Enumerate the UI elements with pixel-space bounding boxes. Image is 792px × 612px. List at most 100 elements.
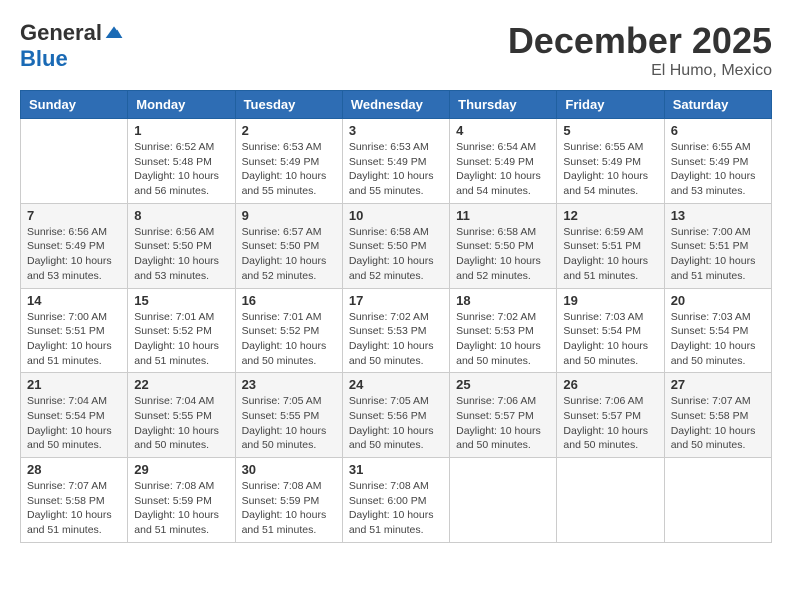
day-info: Sunrise: 7:04 AM Sunset: 5:55 PM Dayligh… xyxy=(134,394,228,453)
calendar-cell: 15 Sunrise: 7:01 AM Sunset: 5:52 PM Dayli… xyxy=(128,288,235,373)
day-number: 17 xyxy=(349,293,443,308)
day-number: 2 xyxy=(242,123,336,138)
calendar-cell: 12Sunrise: 6:59 AM Sunset: 5:51 PM Dayli… xyxy=(557,203,664,288)
calendar-cell: 28 Sunrise: 7:07 AM Sunset: 5:58 PM Dayli… xyxy=(21,458,128,543)
day-number: 25 xyxy=(456,377,550,392)
day-number: 27 xyxy=(671,377,765,392)
header-wednesday: Wednesday xyxy=(342,91,449,119)
header-tuesday: Tuesday xyxy=(235,91,342,119)
calendar-table: SundayMondayTuesdayWednesdayThursdayFrid… xyxy=(20,90,772,543)
day-number: 28 xyxy=(27,462,121,477)
day-number: 23 xyxy=(242,377,336,392)
calendar-cell: 5 Sunrise: 6:55 AM Sunset: 5:49 PM Daylig… xyxy=(557,119,664,204)
calendar-cell: 23 Sunrise: 7:05 AM Sunset: 5:55 PM Dayli… xyxy=(235,373,342,458)
day-info: Sunrise: 7:04 AM Sunset: 5:54 PM Dayligh… xyxy=(27,394,121,453)
day-info: Sunrise: 6:57 AM Sunset: 5:50 PM Dayligh… xyxy=(242,225,336,284)
day-number: 31 xyxy=(349,462,443,477)
logo-general-text: General xyxy=(20,20,102,46)
day-info: Sunrise: 7:00 AM Sunset: 5:51 PM Dayligh… xyxy=(671,225,765,284)
day-number: 9 xyxy=(242,208,336,223)
day-info: Sunrise: 7:02 AM Sunset: 5:53 PM Dayligh… xyxy=(349,310,443,369)
logo-blue-text: Blue xyxy=(20,46,68,72)
day-info: Sunrise: 6:58 AM Sunset: 5:50 PM Dayligh… xyxy=(456,225,550,284)
day-info: Sunrise: 7:03 AM Sunset: 5:54 PM Dayligh… xyxy=(563,310,657,369)
day-info: Sunrise: 7:08 AM Sunset: 5:59 PM Dayligh… xyxy=(242,479,336,538)
calendar-cell: 19 Sunrise: 7:03 AM Sunset: 5:54 PM Dayli… xyxy=(557,288,664,373)
calendar-cell: 13 Sunrise: 7:00 AM Sunset: 5:51 PM Dayli… xyxy=(664,203,771,288)
calendar-cell: 2 Sunrise: 6:53 AM Sunset: 5:49 PM Daylig… xyxy=(235,119,342,204)
calendar-cell: 27 Sunrise: 7:07 AM Sunset: 5:58 PM Dayli… xyxy=(664,373,771,458)
calendar-cell: 21 Sunrise: 7:04 AM Sunset: 5:54 PM Dayli… xyxy=(21,373,128,458)
calendar-cell: 29Sunrise: 7:08 AM Sunset: 5:59 PM Dayli… xyxy=(128,458,235,543)
day-number: 24 xyxy=(349,377,443,392)
day-number: 4 xyxy=(456,123,550,138)
calendar-cell: 11 Sunrise: 6:58 AM Sunset: 5:50 PM Dayli… xyxy=(450,203,557,288)
calendar-week-row: 1Sunrise: 6:52 AM Sunset: 5:48 PM Daylig… xyxy=(21,119,772,204)
calendar-cell: 22Sunrise: 7:04 AM Sunset: 5:55 PM Dayli… xyxy=(128,373,235,458)
day-number: 12 xyxy=(563,208,657,223)
day-number: 16 xyxy=(242,293,336,308)
calendar-cell xyxy=(557,458,664,543)
calendar-cell: 9 Sunrise: 6:57 AM Sunset: 5:50 PM Daylig… xyxy=(235,203,342,288)
calendar-cell: 14 Sunrise: 7:00 AM Sunset: 5:51 PM Dayli… xyxy=(21,288,128,373)
header-thursday: Thursday xyxy=(450,91,557,119)
day-number: 30 xyxy=(242,462,336,477)
day-info: Sunrise: 7:06 AM Sunset: 5:57 PM Dayligh… xyxy=(563,394,657,453)
day-info: Sunrise: 7:00 AM Sunset: 5:51 PM Dayligh… xyxy=(27,310,121,369)
day-number: 5 xyxy=(563,123,657,138)
header-saturday: Saturday xyxy=(664,91,771,119)
day-number: 6 xyxy=(671,123,765,138)
day-info: Sunrise: 7:03 AM Sunset: 5:54 PM Dayligh… xyxy=(671,310,765,369)
calendar-week-row: 14 Sunrise: 7:00 AM Sunset: 5:51 PM Dayli… xyxy=(21,288,772,373)
calendar-week-row: 21 Sunrise: 7:04 AM Sunset: 5:54 PM Dayli… xyxy=(21,373,772,458)
day-number: 11 xyxy=(456,208,550,223)
day-number: 21 xyxy=(27,377,121,392)
calendar-cell: 1Sunrise: 6:52 AM Sunset: 5:48 PM Daylig… xyxy=(128,119,235,204)
logo: General Blue xyxy=(20,20,124,72)
page-header: General Blue December 2025 El Humo, Mexi… xyxy=(20,20,772,80)
day-info: Sunrise: 7:05 AM Sunset: 5:56 PM Dayligh… xyxy=(349,394,443,453)
header-monday: Monday xyxy=(128,91,235,119)
day-info: Sunrise: 6:56 AM Sunset: 5:50 PM Dayligh… xyxy=(134,225,228,284)
day-number: 19 xyxy=(563,293,657,308)
logo-icon xyxy=(104,23,124,43)
day-number: 3 xyxy=(349,123,443,138)
day-info: Sunrise: 7:07 AM Sunset: 5:58 PM Dayligh… xyxy=(27,479,121,538)
calendar-cell: 16 Sunrise: 7:01 AM Sunset: 5:52 PM Dayli… xyxy=(235,288,342,373)
day-number: 29 xyxy=(134,462,228,477)
day-number: 8 xyxy=(134,208,228,223)
header-sunday: Sunday xyxy=(21,91,128,119)
day-info: Sunrise: 7:08 AM Sunset: 6:00 PM Dayligh… xyxy=(349,479,443,538)
calendar-cell xyxy=(450,458,557,543)
calendar-cell xyxy=(664,458,771,543)
day-number: 14 xyxy=(27,293,121,308)
day-info: Sunrise: 7:02 AM Sunset: 5:53 PM Dayligh… xyxy=(456,310,550,369)
calendar-cell: 18 Sunrise: 7:02 AM Sunset: 5:53 PM Dayli… xyxy=(450,288,557,373)
day-info: Sunrise: 6:55 AM Sunset: 5:49 PM Dayligh… xyxy=(563,140,657,199)
calendar-cell: 26 Sunrise: 7:06 AM Sunset: 5:57 PM Dayli… xyxy=(557,373,664,458)
day-info: Sunrise: 7:07 AM Sunset: 5:58 PM Dayligh… xyxy=(671,394,765,453)
calendar-cell: 24 Sunrise: 7:05 AM Sunset: 5:56 PM Dayli… xyxy=(342,373,449,458)
day-info: Sunrise: 7:01 AM Sunset: 5:52 PM Dayligh… xyxy=(134,310,228,369)
day-number: 15 xyxy=(134,293,228,308)
day-number: 26 xyxy=(563,377,657,392)
day-info: Sunrise: 6:52 AM Sunset: 5:48 PM Dayligh… xyxy=(134,140,228,199)
calendar-cell: 25 Sunrise: 7:06 AM Sunset: 5:57 PM Dayli… xyxy=(450,373,557,458)
calendar-cell: 20 Sunrise: 7:03 AM Sunset: 5:54 PM Dayli… xyxy=(664,288,771,373)
calendar-cell: 4Sunrise: 6:54 AM Sunset: 5:49 PM Daylig… xyxy=(450,119,557,204)
calendar-cell xyxy=(21,119,128,204)
calendar-cell: 10Sunrise: 6:58 AM Sunset: 5:50 PM Dayli… xyxy=(342,203,449,288)
day-number: 18 xyxy=(456,293,550,308)
day-number: 20 xyxy=(671,293,765,308)
day-info: Sunrise: 7:06 AM Sunset: 5:57 PM Dayligh… xyxy=(456,394,550,453)
calendar-cell: 7Sunrise: 6:56 AM Sunset: 5:49 PM Daylig… xyxy=(21,203,128,288)
day-info: Sunrise: 6:53 AM Sunset: 5:49 PM Dayligh… xyxy=(242,140,336,199)
location: El Humo, Mexico xyxy=(508,62,772,80)
day-number: 13 xyxy=(671,208,765,223)
day-number: 10 xyxy=(349,208,443,223)
day-info: Sunrise: 7:01 AM Sunset: 5:52 PM Dayligh… xyxy=(242,310,336,369)
title-block: December 2025 El Humo, Mexico xyxy=(508,20,772,80)
calendar-cell: 8 Sunrise: 6:56 AM Sunset: 5:50 PM Daylig… xyxy=(128,203,235,288)
day-info: Sunrise: 6:53 AM Sunset: 5:49 PM Dayligh… xyxy=(349,140,443,199)
day-info: Sunrise: 7:05 AM Sunset: 5:55 PM Dayligh… xyxy=(242,394,336,453)
